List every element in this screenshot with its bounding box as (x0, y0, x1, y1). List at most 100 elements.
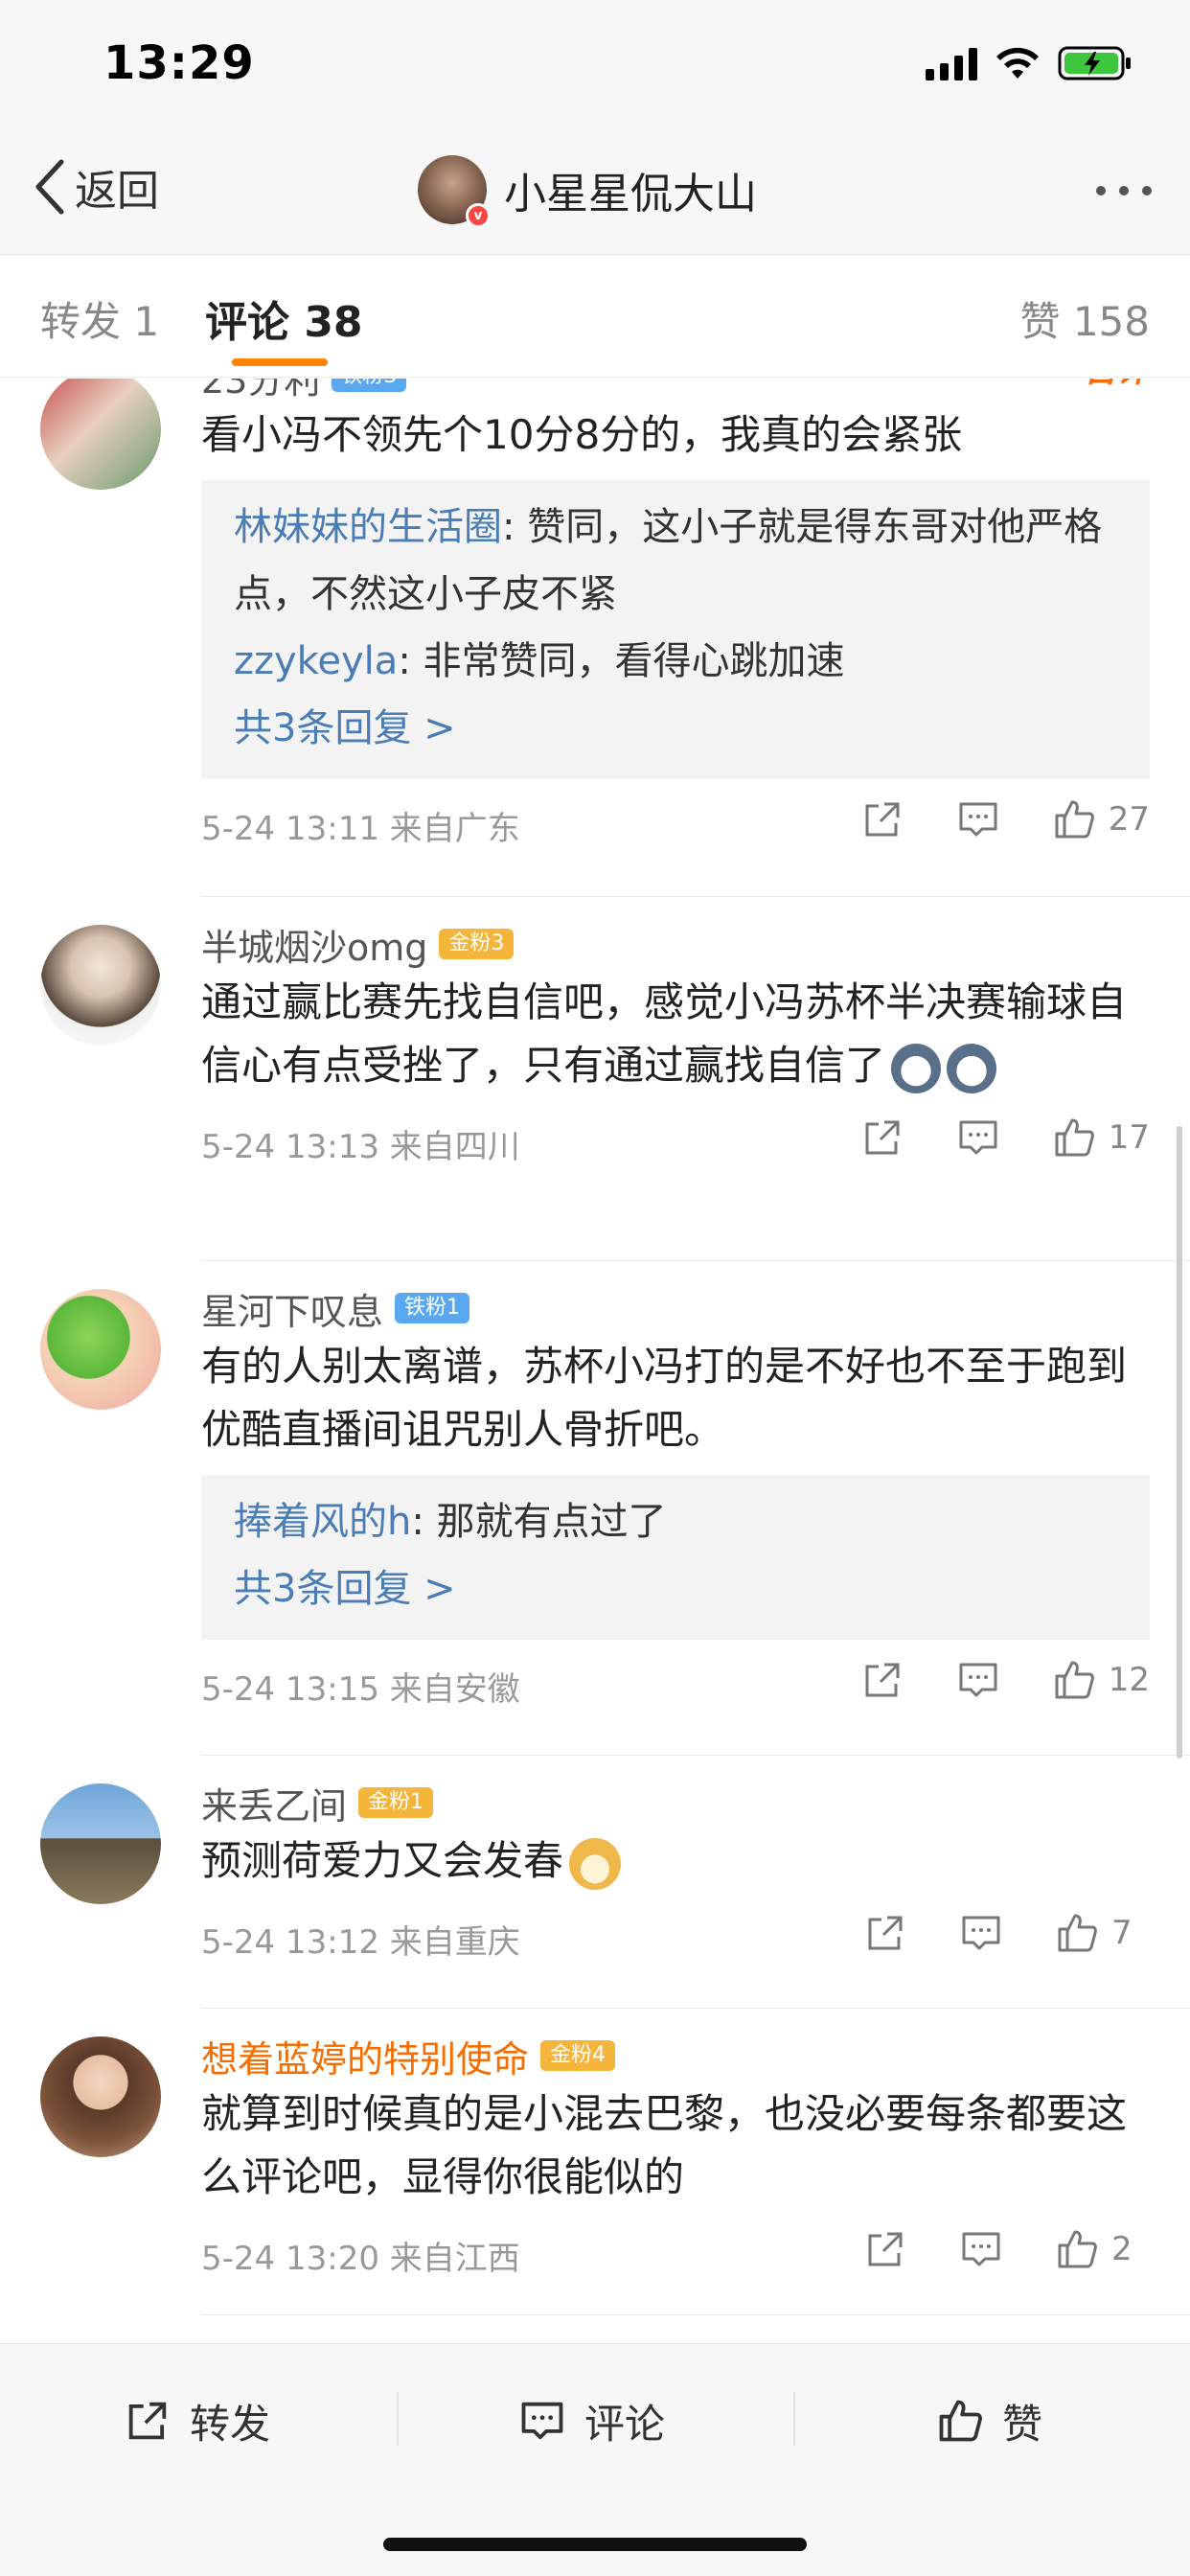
home-indicator[interactable] (383, 2538, 807, 2551)
like-count: 27 (1108, 800, 1150, 839)
comment-list: 23分利 铁粉3 看小冯不领先个10分8分的，我真的会紧张 林妹妹的生活圈: 赞… (0, 379, 1190, 2343)
like-icon[interactable] (1051, 1657, 1097, 1703)
avatar[interactable] (40, 1289, 161, 1410)
scrollbar[interactable] (1177, 1126, 1182, 1759)
like-button[interactable]: 赞 (935, 2382, 1042, 2459)
page-title: 小星星侃大山 (504, 170, 757, 218)
repost-button[interactable]: 转发 (123, 2382, 270, 2459)
comment-actions: 27 (810, 796, 1150, 842)
more-options-icon[interactable] (1096, 186, 1152, 196)
view-replies-link[interactable]: 共3条回复 > (234, 695, 1117, 762)
back-label: 返回 (75, 167, 159, 216)
reply-item: zzykeyla: 非常赞同，看得心跳加速 (234, 628, 1117, 695)
avatar[interactable]: v (418, 155, 491, 228)
chevron-left-icon (35, 159, 64, 215)
share-icon[interactable] (862, 1910, 908, 1956)
reply-username[interactable]: 林妹妹的生活圈 (234, 505, 502, 549)
comment-button[interactable]: 评论 (517, 2382, 665, 2459)
status-icons (926, 44, 1134, 82)
comment-text: 就算到时候真的是小混去巴黎，也没必要每条都要这么评论吧，显得你很能似的 (201, 2090, 1128, 2200)
husky-emoji-icon (891, 1043, 942, 1093)
tab-bar: 转发 1 评论 38 赞 158 (0, 255, 1190, 378)
divider (201, 1755, 1190, 1756)
avatar[interactable] (40, 379, 161, 490)
reply-text: : 那就有点过了 (411, 1500, 667, 1544)
comment-username[interactable]: 想着蓝婷的特别使命 (201, 2030, 529, 2082)
doge-emoji-icon (569, 1837, 622, 1890)
nav-profile[interactable]: v 小星星侃大山 (418, 155, 757, 228)
share-icon[interactable] (862, 2226, 908, 2272)
avatar[interactable] (40, 1783, 161, 1904)
share-icon[interactable] (859, 796, 905, 842)
fan-badge: 铁粉3 (332, 379, 407, 392)
active-tab-indicator (232, 358, 328, 366)
comment-meta: 5-24 13:13 来自四川 17 (201, 1107, 1150, 1176)
reply-username[interactable]: 捧着风的h (234, 1500, 411, 1544)
divider (201, 1260, 1190, 1261)
like-count: 7 (1111, 1914, 1133, 1952)
like-label: 赞 (1002, 2400, 1043, 2448)
comment-timestamp: 5-24 13:13 来自四川 (201, 1128, 520, 1166)
comment-icon[interactable] (958, 2226, 1004, 2272)
reply-item: 捧着风的h: 那就有点过了 (234, 1488, 1117, 1555)
comment-text: 看小冯不领先个10分8分的，我真的会紧张 (201, 411, 963, 458)
back-button[interactable]: 返回 (33, 155, 159, 218)
reply-text: : 非常赞同，看得心跳加速 (398, 639, 845, 683)
comment-username[interactable]: 星河下叹息 (201, 1282, 383, 1335)
fan-badge: 金粉4 (540, 2040, 616, 2071)
comment-actions: 7 (812, 1910, 1150, 1956)
tab-repost[interactable]: 转发 1 (40, 289, 159, 348)
share-icon[interactable] (859, 1657, 905, 1703)
reply-box[interactable]: 林妹妹的生活圈: 赞同，这小子就是得东哥对他严格点，不然这小子皮不紧 zzyke… (201, 480, 1150, 779)
share-icon[interactable] (859, 1115, 905, 1161)
like-icon[interactable] (1054, 1910, 1100, 1956)
comment-actions: 12 (810, 1657, 1150, 1703)
comment-username[interactable]: 23分利 (201, 379, 320, 403)
like-icon[interactable] (1051, 796, 1097, 842)
like-icon[interactable] (1054, 2226, 1100, 2272)
comment-meta: 5-24 13:12 来自重庆 7 (201, 1902, 1150, 1971)
divider (201, 2314, 1190, 2315)
like-count: 12 (1108, 1661, 1150, 1699)
divider (201, 896, 1190, 897)
comment-timestamp: 5-24 13:11 来自广东 (201, 810, 520, 848)
comment-actions: 2 (812, 2226, 1150, 2272)
comment-icon[interactable] (955, 1657, 1001, 1703)
divider (793, 2392, 795, 2446)
share-icon (128, 2402, 167, 2440)
view-replies-link[interactable]: 共3条回复 > (234, 1555, 1117, 1622)
nav-bar: 返回 v 小星星侃大山 (0, 126, 1190, 255)
comment-meta: 5-24 13:15 来自安徽 12 (201, 1649, 1150, 1718)
reply-username[interactable]: zzykeyla (234, 639, 398, 683)
battery-charging-icon (1058, 46, 1131, 80)
comment-icon (521, 2402, 563, 2440)
avatar[interactable] (40, 2036, 161, 2157)
bottom-action-bar: 转发 评论 赞 (0, 2343, 1190, 2576)
comment-username[interactable]: 半城烟沙omg (201, 918, 427, 971)
first-comment-tag: 首评 (1085, 379, 1150, 391)
comment-label: 评论 (584, 2400, 666, 2448)
comment-timestamp: 5-24 13:20 来自江西 (201, 2240, 520, 2278)
comment-icon[interactable] (955, 1115, 1001, 1161)
fan-badge: 金粉1 (358, 1787, 434, 1818)
tab-comments[interactable]: 评论 38 (205, 288, 363, 349)
tab-likes[interactable]: 赞 158 (1019, 289, 1150, 348)
divider (201, 2008, 1190, 2009)
comment-text: 通过赢比赛先找自信吧，感觉小冯苏杯半决赛输球自信心有点受挫了，只有通过赢找自信了 (201, 971, 1150, 1097)
comment-icon[interactable] (955, 796, 1001, 842)
repost-label: 转发 (190, 2400, 271, 2448)
status-time: 13:29 (103, 36, 255, 90)
like-icon (939, 2400, 982, 2442)
reply-box[interactable]: 捧着风的h: 那就有点过了 共3条回复 > (201, 1475, 1150, 1640)
avatar[interactable] (40, 925, 161, 1046)
comment-text: 有的人别太离谱，苏杯小冯打的是不好也不至于跑到优酷直播间诅咒别人骨折吧。 (201, 1343, 1128, 1453)
comment-icon[interactable] (958, 1910, 1004, 1956)
divider (397, 2392, 399, 2446)
comment-timestamp: 5-24 13:15 来自安徽 (201, 1670, 520, 1709)
like-count: 17 (1108, 1118, 1150, 1157)
status-bar: 13:29 (0, 0, 1190, 126)
comment-meta: 5-24 13:11 来自广东 27 (201, 789, 1150, 858)
fan-badge: 金粉3 (439, 929, 515, 959)
like-icon[interactable] (1051, 1115, 1097, 1161)
comment-username[interactable]: 来丢乙间 (201, 1777, 347, 1829)
